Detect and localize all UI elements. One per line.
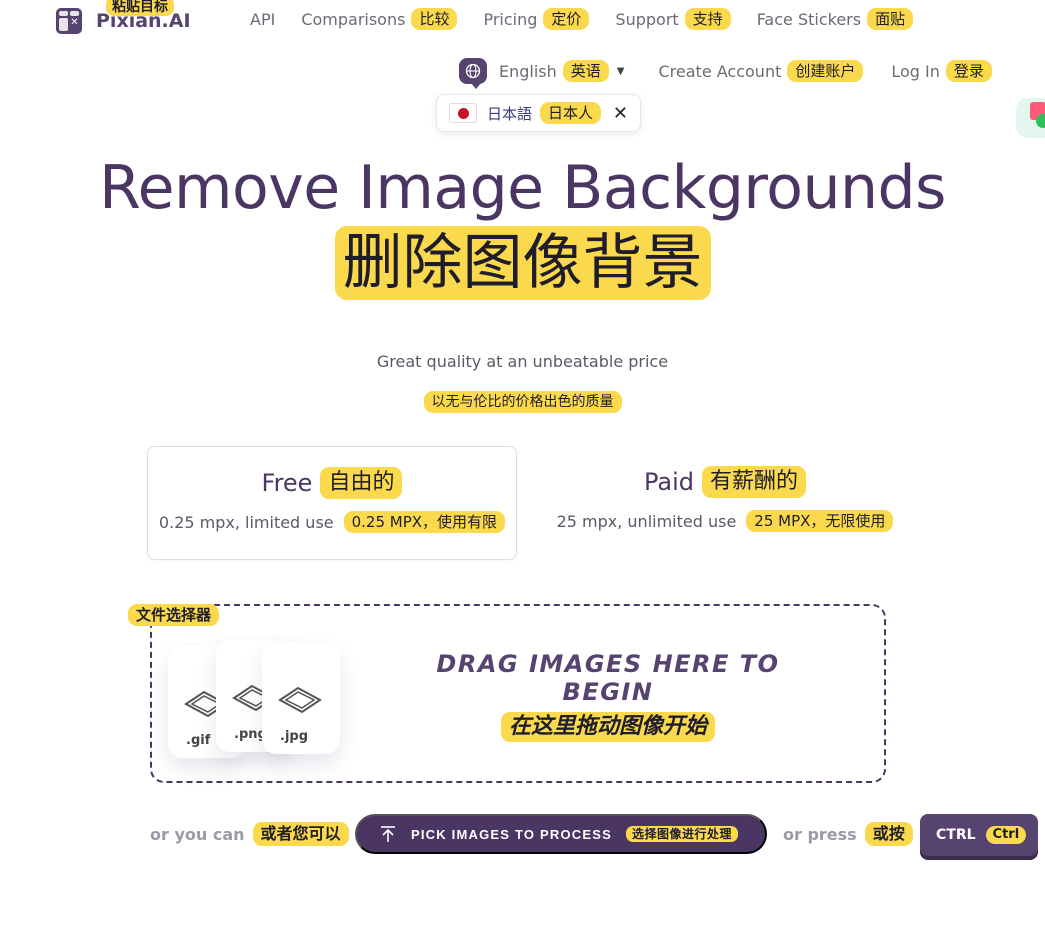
logo-icon: ✕: [56, 8, 82, 34]
plan-description: 25 mpx, unlimited use 25 MPX，无限使用: [540, 510, 910, 532]
plan-desc-text: 25 mpx, unlimited use: [556, 511, 737, 531]
nav-label: Comparisons: [301, 9, 406, 29]
plan-free[interactable]: Free 自由的 0.25 mpx, limited use 0.25 MPX，…: [147, 446, 517, 560]
pick-images-translation: 选择图像进行处理: [625, 826, 738, 842]
action-row: or you can 或者您可以 PICK IMAGES TO PROCESS …: [150, 814, 1045, 856]
plan-name: Paid: [643, 468, 694, 496]
pick-images-button[interactable]: PICK IMAGES TO PROCESS 选择图像进行处理: [355, 814, 767, 854]
plan-description: 0.25 mpx, limited use 0.25 MPX，使用有限: [148, 511, 516, 533]
dropzone-title: DRAG IMAGES HERE TO BEGIN: [436, 650, 780, 706]
or-you-can-text: or you can 或者您可以: [150, 822, 349, 846]
login-translation-tag: 登录: [945, 60, 992, 82]
page-title-translation: 删除图像背景: [334, 226, 711, 300]
plan-desc-translation: 25 MPX，无限使用: [746, 510, 894, 532]
nav-label: Face Stickers: [756, 9, 862, 29]
japan-flag-icon: [449, 103, 477, 123]
page-title: Remove Image Backgrounds: [99, 153, 946, 223]
file-extension: .jpg: [280, 729, 309, 744]
plan-desc-translation: 0.25 MPX，使用有限: [343, 511, 506, 533]
logo[interactable]: ✕ Pixian.AI 粘贴目标: [56, 0, 191, 34]
hero: Remove Image Backgrounds 删除图像背景: [0, 150, 1045, 300]
file-extension: .gif: [186, 733, 211, 748]
pick-images-label: PICK IMAGES TO PROCESS: [411, 826, 612, 842]
create-account-label: Create Account: [658, 61, 782, 81]
close-icon[interactable]: ✕: [613, 103, 628, 124]
dropzone-text: DRAG IMAGES HERE TO BEGIN 在这里拖动图像开始: [398, 650, 818, 742]
plan-title: Free 自由的: [148, 467, 516, 499]
nav-label: Pricing: [483, 9, 538, 29]
or-you-can-label: or you can: [150, 824, 245, 844]
nav-translation-tag: 比较: [411, 8, 458, 30]
ctrl-key-translation: Ctrl: [985, 826, 1027, 844]
nav-item-support[interactable]: Support 支持: [615, 8, 731, 30]
dropzone-title-translation: 在这里拖动图像开始: [500, 712, 715, 742]
nav-translation-tag: 定价: [543, 8, 590, 30]
or-press-text: or press 或按: [783, 822, 913, 846]
plan-name: Free: [261, 469, 313, 497]
language-suggestion-translation-tag: 日本人: [540, 102, 602, 124]
chevron-down-icon: ▼: [616, 65, 625, 77]
upload-icon: [381, 826, 395, 842]
language-selector[interactable]: English 英语 ▼: [499, 60, 625, 82]
plan-name-translation: 有薪酬的: [702, 466, 807, 498]
nav-label: Support: [615, 9, 679, 29]
floating-widget-icon[interactable]: [1016, 98, 1045, 138]
language-label: English: [499, 61, 557, 81]
file-type-illustration: .gif .png .jpg: [166, 640, 366, 770]
plan-title: Paid 有薪酬的: [540, 466, 910, 498]
nav-translation-tag: 支持: [684, 8, 731, 30]
file-picker-translation-tag: 文件选择器: [128, 604, 220, 626]
or-press-translation: 或按: [864, 822, 913, 846]
nav-item-api[interactable]: API: [250, 8, 275, 30]
top-nav: API Comparisons 比较 Pricing 定价 Support 支持…: [250, 8, 939, 30]
account-bar: English 英语 ▼ Create Account 创建账户 Log In …: [459, 58, 992, 89]
plan-paid[interactable]: Paid 有薪酬的 25 mpx, unlimited use 25 MPX，无…: [540, 446, 910, 560]
create-account-link[interactable]: Create Account 创建账户: [659, 60, 864, 82]
globe-icon[interactable]: [459, 58, 487, 89]
nav-label: API: [250, 9, 276, 29]
page-subtitle: Great quality at an unbeatable price: [376, 352, 669, 371]
login-link[interactable]: Log In 登录: [891, 60, 992, 82]
or-you-can-translation: 或者您可以: [252, 822, 349, 846]
nav-item-comparisons[interactable]: Comparisons 比较: [301, 8, 458, 30]
plan-name-translation: 自由的: [320, 467, 403, 499]
plan-desc-text: 0.25 mpx, limited use: [158, 512, 334, 532]
logo-translation-tag: 粘贴目标: [106, 0, 174, 16]
image-dropzone[interactable]: .gif .png .jpg DRAG IMAGES HERE TO BEGIN…: [150, 604, 886, 783]
page-subtitle-translation-row: 以无与伦比的价格出色的质量: [0, 391, 1045, 413]
jpg-file-icon: .jpg: [262, 642, 340, 754]
create-account-translation-tag: 创建账户: [787, 60, 864, 82]
language-suggestion-popup[interactable]: 日本語 日本人 ✕: [436, 94, 641, 132]
page-subtitle-translation: 以无与伦比的价格出色的质量: [423, 391, 622, 413]
language-suggestion-label[interactable]: 日本語: [487, 103, 532, 124]
nav-translation-tag: 面贴: [867, 8, 914, 30]
nav-item-face-stickers[interactable]: Face Stickers 面贴: [756, 8, 914, 30]
login-label: Log In: [891, 61, 940, 81]
ctrl-key-label: CTRL: [936, 827, 976, 843]
nav-item-pricing[interactable]: Pricing 定价: [483, 8, 590, 30]
or-press-label: or press: [783, 824, 857, 844]
ctrl-key-hint[interactable]: CTRL Ctrl: [920, 814, 1038, 856]
language-translation-tag: 英语: [562, 60, 609, 82]
